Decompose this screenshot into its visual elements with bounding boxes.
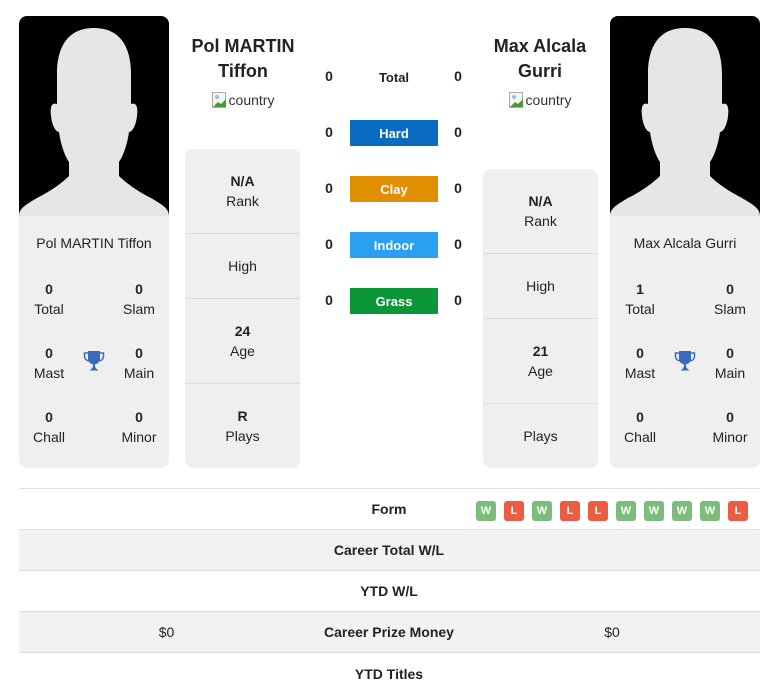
player2-country-flag: country [508,92,571,108]
titles-main: 0 Main [123,345,155,381]
info-plays: R Plays [225,408,260,444]
surface-total: 0 Total 0 [310,64,475,90]
info-rank: N/A Rank [185,149,300,234]
form-win-badge: W [616,501,636,521]
stats-row: YTD W/L [19,571,760,612]
player1-header: Pol MARTIN Tiffon country [173,34,313,113]
titles-total: 1 Total [625,281,655,317]
info-high: High [483,254,598,319]
trophy-icon [83,351,105,371]
titles-slam: 0 Slam [714,281,746,317]
stats-label: Career Prize Money [324,624,454,640]
player1-titles: 0 Total 0 Slam 0 Mast 0 Main 0 Chall 0 Minor [19,279,169,459]
stats-label: Career Total W/L [333,542,445,558]
info-age: 24 Age [185,299,300,384]
surface-grass: 0 Grass 0 [310,288,475,314]
silhouette-icon [19,28,169,216]
stats-row: $0 Career Prize Money $0 [19,612,760,653]
surface-clay: 0 Clay 0 [310,176,475,202]
player2-header: Max Alcala Gurri country [470,34,610,113]
player2-card: Max Alcala Gurri 1 Total 0 Slam 0 Mast 0 Mai… [610,16,760,468]
stats-row: Career Total W/L [19,530,760,571]
titles-chall: 0 Chall [624,409,656,445]
surface-indoor-badge: Indoor [350,232,438,258]
surface-indoor: 0 Indoor 0 [310,232,475,258]
titles-chall: 0 Chall [33,409,65,445]
form-win-badge: W [476,501,496,521]
broken-image-icon [211,92,228,108]
player1-card: Pol MARTIN Tiffon 0 Total 0 Slam 0 Mast 0 Ma… [19,16,169,468]
surface-clay-badge: Clay [350,176,438,202]
info-high: High [185,234,300,299]
titles-mast: 0 Mast [624,345,656,381]
titles-main: 0 Main [714,345,746,381]
trophy-icon [674,351,696,371]
surface-grass-badge: Grass [350,288,438,314]
stats-label: YTD Titles [354,665,424,682]
stats-row: YTD Titles [19,653,760,694]
form-win-badge: W [700,501,720,521]
player2-card-name: Max Alcala Gurri [633,235,737,251]
stats-row-form: Form WLWLLWWWWL [19,489,760,530]
player2-name[interactable]: Max Alcala Gurri [470,34,610,84]
player1-photo [19,16,169,216]
titles-slam: 0 Slam [123,281,155,317]
surface-hard-badge: Hard [350,120,438,146]
form-win-badge: W [532,501,552,521]
player2-form: WLWLLWWWWL [476,501,748,521]
silhouette-icon [610,28,760,216]
info-age: 21 Age [483,319,598,404]
stats-label: YTD W/L [360,583,418,599]
player2-info: N/A Rank High 21 Age Plays [483,169,598,468]
stats-label: Form [371,501,407,517]
player1-info: N/A Rank High 24 Age R Plays [185,149,300,468]
form-win-badge: W [672,501,692,521]
form-loss-badge: L [560,501,580,521]
stats-table: Form WLWLLWWWWL Career Total W/L YTD W/L… [19,488,760,694]
player1-card-name: Pol MARTIN Tiffon [36,235,152,251]
titles-minor: 0 Minor [712,409,748,445]
surface-total-label: Total [378,69,410,85]
player1-country-flag: country [211,92,274,108]
titles-minor: 0 Minor [121,409,157,445]
player2-titles: 1 Total 0 Slam 0 Mast 0 Main 0 Chall 0 Minor [610,279,760,459]
form-loss-badge: L [728,501,748,521]
player1-name[interactable]: Pol MARTIN Tiffon [173,34,313,84]
info-rank: N/A Rank [483,169,598,254]
stats-left-value: $0 [158,624,175,640]
broken-image-icon [508,92,525,108]
form-loss-badge: L [588,501,608,521]
surface-hard: 0 Hard 0 [310,120,475,146]
player2-photo [610,16,760,216]
titles-mast: 0 Mast [33,345,65,381]
info-plays: Plays [523,428,558,444]
titles-total: 0 Total [34,281,64,317]
stats-right-value: $0 [604,624,620,640]
form-win-badge: W [644,501,664,521]
form-loss-badge: L [504,501,524,521]
